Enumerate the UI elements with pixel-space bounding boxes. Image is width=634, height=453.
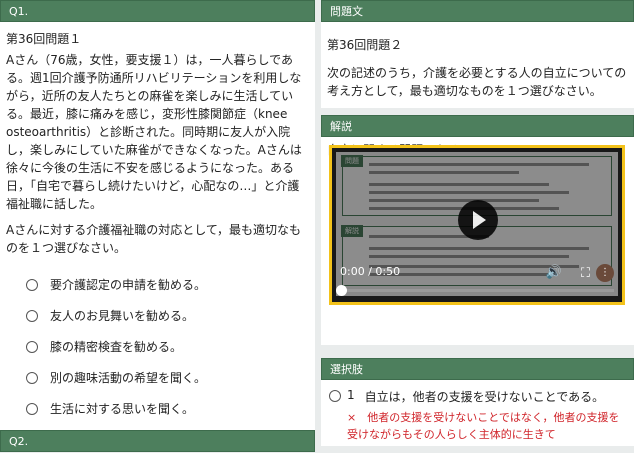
- choice-1-explanation: × 他者の支援を受けないことではなく，他者の支援を受けながらもその人らしく主体的…: [347, 411, 620, 441]
- mondai-text: 次の記述のうち，介護を必要とする人の自立についての考え方として，最も適切なものを…: [327, 66, 627, 98]
- option-label: 生活に対する思いを聞く。: [50, 402, 195, 416]
- option-4[interactable]: 別の趣味活動の希望を聞く。: [26, 362, 315, 393]
- option-1[interactable]: 要介護認定の申請を勧める。: [26, 269, 315, 300]
- kaisetsu-header: 解説: [321, 115, 634, 137]
- q2-header: Q2.: [0, 430, 315, 452]
- q1-number: 第36回問題１: [6, 32, 82, 46]
- radio-button[interactable]: [26, 340, 38, 353]
- mondai-number: 第36回問題２: [327, 38, 403, 52]
- radio-button[interactable]: [329, 390, 341, 402]
- fullscreen-icon[interactable]: ⛶: [581, 266, 590, 281]
- option-label: 友人のお見舞いを勧める。: [50, 309, 195, 323]
- option-5[interactable]: 生活に対する思いを聞く。: [26, 393, 315, 424]
- sentakushi-header: 選択肢: [321, 358, 634, 380]
- option-2[interactable]: 友人のお見舞いを勧める。: [26, 300, 315, 331]
- mondai-card: 問題文 第36回問題２ 次の記述のうち，介護を必要とする人の自立についての考え方…: [321, 0, 634, 108]
- kaisetsu-card: 解説 自立に関する問題である。 問題 解説: [321, 115, 634, 345]
- radio-button[interactable]: [26, 278, 38, 291]
- more-options-icon[interactable]: ⋮: [596, 264, 614, 282]
- play-icon[interactable]: [458, 200, 498, 240]
- choice-1[interactable]: 1 自立は，他者の支援を受けないことである。: [329, 388, 634, 405]
- question-panel: Q1. 第36回問題１ Aさん（76歳，女性，要支援１）は，一人暮らしである。週…: [0, 0, 315, 452]
- option-3[interactable]: 膝の精密検査を勧める。: [26, 331, 315, 362]
- video-progress-bar[interactable]: [336, 285, 614, 296]
- option-label: 要介護認定の申請を勧める。: [50, 278, 207, 292]
- option-label: 膝の精密検査を勧める。: [50, 340, 183, 354]
- video-time: 0:00 / 0:50: [340, 265, 401, 278]
- answer-panel: 問題文 第36回問題２ 次の記述のうち，介護を必要とする人の自立についての考え方…: [321, 0, 634, 446]
- radio-button[interactable]: [26, 309, 38, 322]
- radio-button[interactable]: [26, 371, 38, 384]
- q1-header: Q1.: [0, 0, 315, 22]
- q1-options: 要介護認定の申請を勧める。 友人のお見舞いを勧める。 膝の精密検査を勧める。 別…: [26, 269, 315, 424]
- radio-button[interactable]: [26, 402, 38, 415]
- option-label: 別の趣味活動の希望を聞く。: [50, 371, 207, 385]
- choice-number: 1: [347, 388, 355, 402]
- choice-text: 自立は，他者の支援を受けないことである。: [364, 390, 605, 404]
- explanation-video[interactable]: 問題 解説 0:00 / 0:50 🔊 ⛶ ⋮: [329, 145, 625, 305]
- progress-knob[interactable]: [336, 285, 347, 296]
- sentakushi-card: 選択肢 1 自立は，他者の支援を受けないことである。 × 他者の支援を受けないこ…: [321, 358, 634, 446]
- volume-icon[interactable]: 🔊: [546, 265, 562, 280]
- q1-prompt: Aさんに対する介護福祉職の対応として，最も適切なものを１つ選びなさい。: [6, 223, 302, 255]
- q1-story: Aさん（76歳，女性，要支援１）は，一人暮らしである。週1回介護予防通所リハビリ…: [6, 53, 302, 211]
- mondai-header: 問題文: [321, 0, 634, 22]
